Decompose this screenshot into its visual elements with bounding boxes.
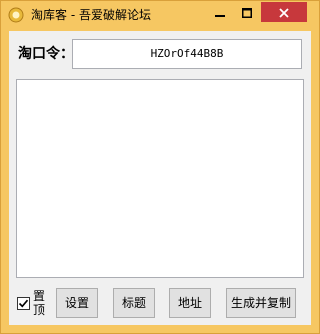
close-icon bbox=[279, 3, 289, 22]
app-icon bbox=[8, 7, 24, 23]
code-label: 淘口令： bbox=[18, 46, 74, 62]
output-textarea[interactable] bbox=[16, 79, 304, 278]
maximize-button[interactable] bbox=[234, 2, 260, 22]
bottom-toolbar: 置顶 设置 标题 地址 生成并复制 bbox=[9, 286, 311, 320]
minimize-button[interactable] bbox=[207, 2, 233, 22]
checkmark-icon bbox=[18, 299, 29, 308]
generate-copy-button[interactable]: 生成并复制 bbox=[226, 288, 296, 318]
close-button[interactable] bbox=[261, 2, 307, 22]
pin-checkbox[interactable] bbox=[17, 297, 30, 310]
app-window: 淘库客 - 吾爱破解论坛 淘口令： HZOrOf44B8B 置顶 设置 标题 地… bbox=[0, 0, 320, 334]
code-input[interactable]: HZOrOf44B8B bbox=[72, 39, 302, 69]
minimize-icon bbox=[215, 3, 225, 22]
client-area: 淘口令： HZOrOf44B8B 置顶 设置 标题 地址 生成并复制 bbox=[9, 31, 311, 325]
settings-button[interactable]: 设置 bbox=[56, 288, 98, 318]
address-button[interactable]: 地址 bbox=[169, 288, 211, 318]
maximize-icon bbox=[242, 3, 252, 22]
title-button[interactable]: 标题 bbox=[113, 288, 155, 318]
title-bar[interactable]: 淘库客 - 吾爱破解论坛 bbox=[1, 1, 319, 31]
pin-label[interactable]: 置顶 bbox=[33, 289, 45, 317]
window-title: 淘库客 - 吾爱破解论坛 bbox=[31, 8, 151, 22]
